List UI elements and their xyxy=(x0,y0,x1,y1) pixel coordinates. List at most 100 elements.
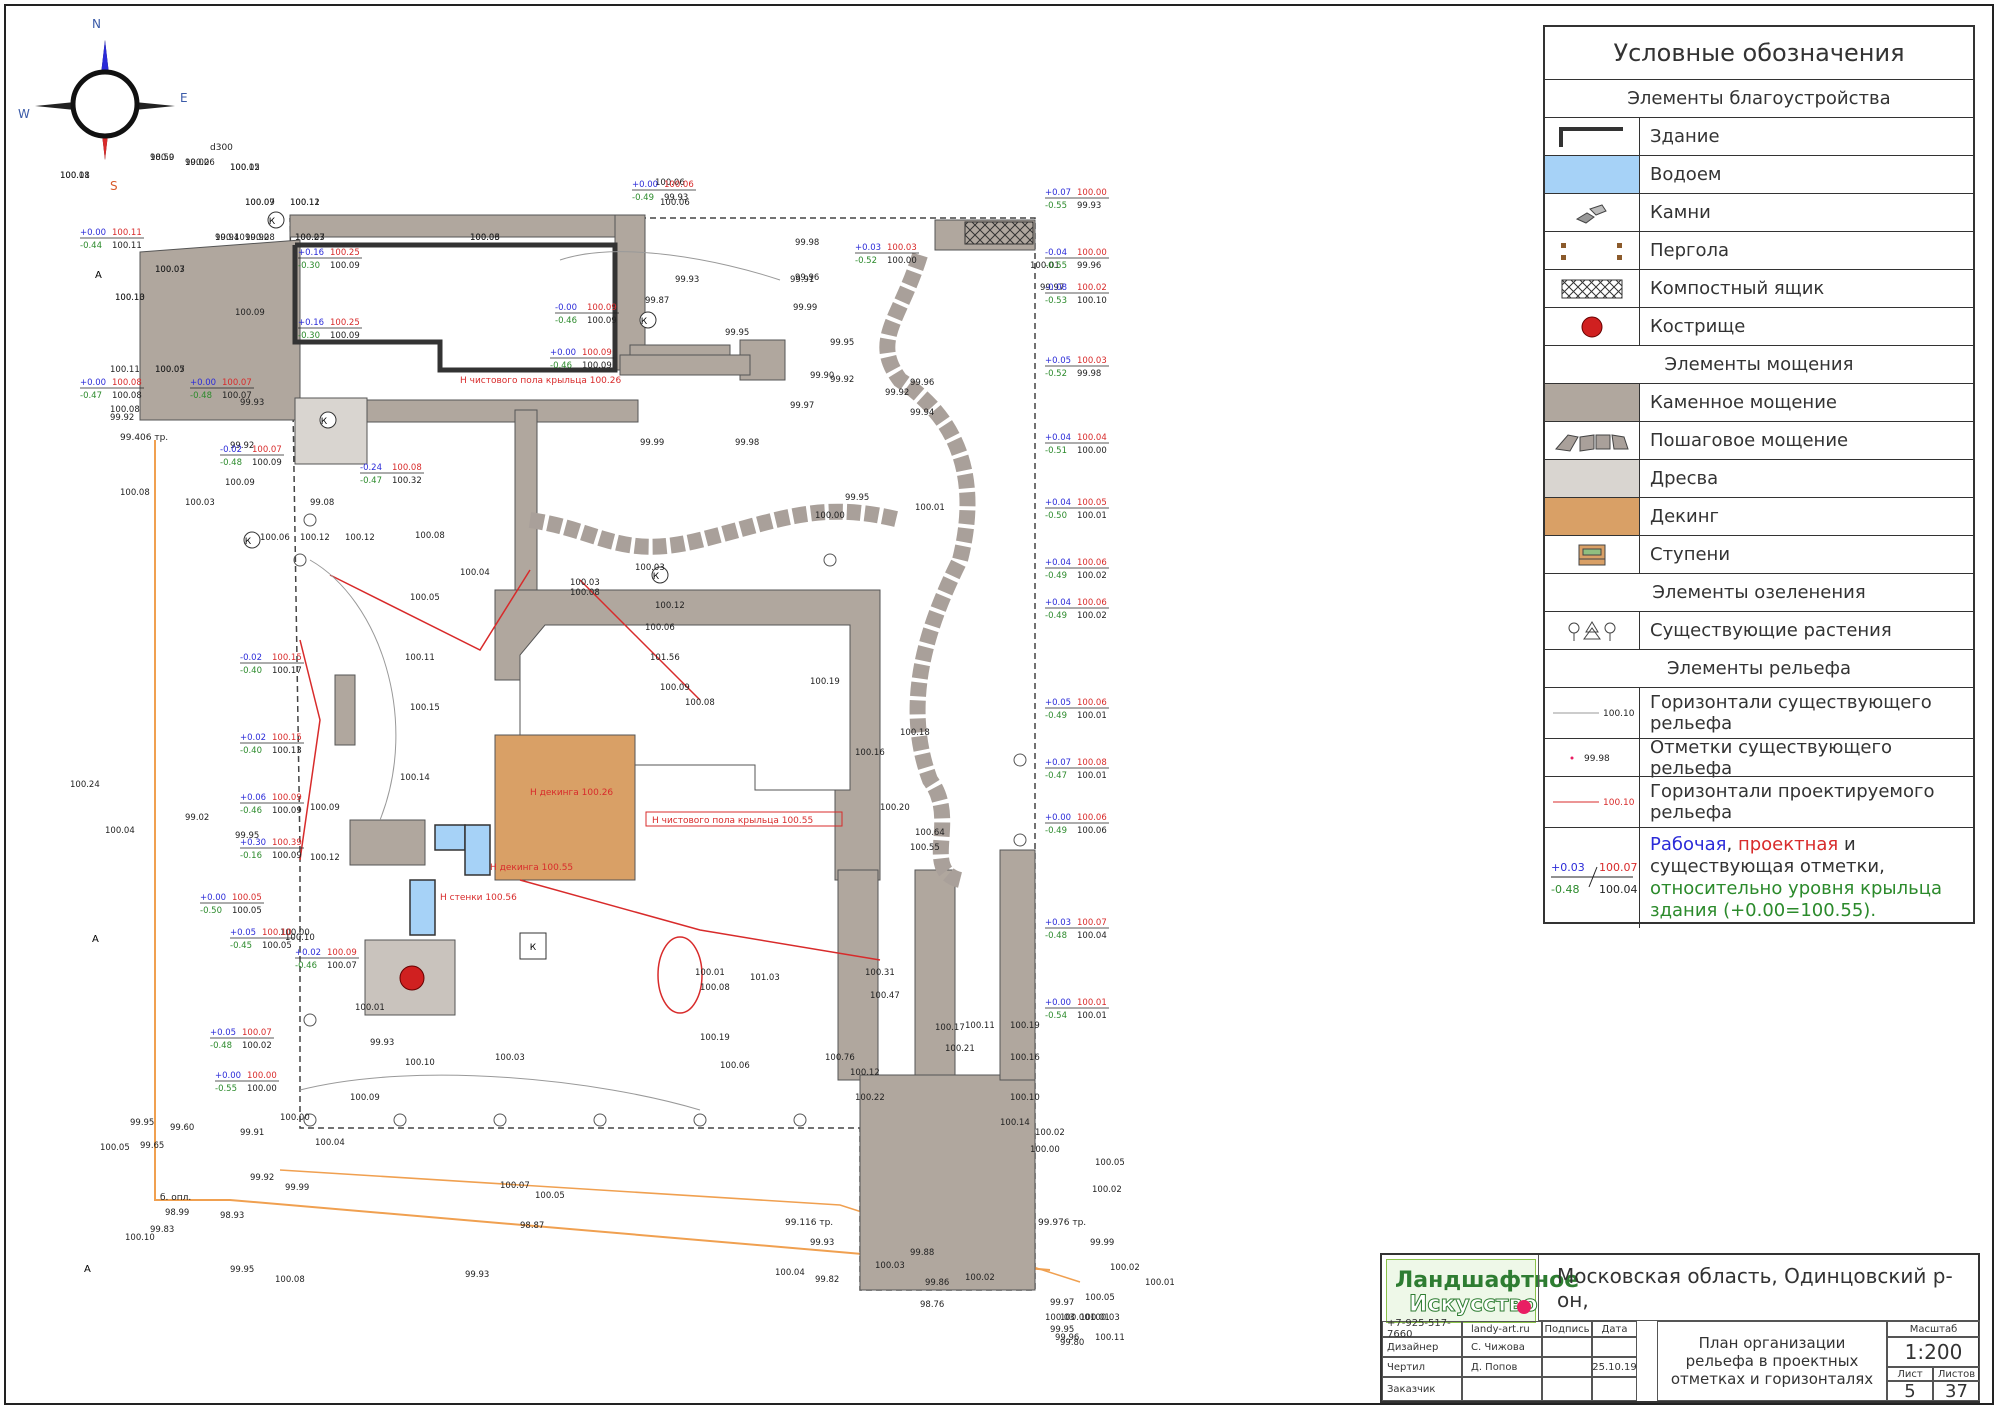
legend-row-pergola: Пергола xyxy=(1545,232,1973,270)
working-mark-r: -0.54 xyxy=(1045,1011,1067,1021)
working-mark: +0.06 100.09 -0.46 100.09 xyxy=(240,793,304,816)
working-mark-d: 100.02 xyxy=(1077,283,1107,293)
title-block: Ландшафтное Искусство Московская область… xyxy=(1380,1253,1980,1403)
legend-section-improvement: Элементы благоустройства xyxy=(1545,80,1973,118)
working-mark-r: -0.46 xyxy=(240,806,262,816)
legend-label-building: Здание xyxy=(1650,126,1720,147)
working-mark-w: -0.04 xyxy=(1045,248,1067,258)
working-mark-e: 100.01 xyxy=(1077,1011,1107,1021)
existing-mark: 100.10 xyxy=(1010,1093,1040,1103)
existing-mark: 99.92 xyxy=(830,375,854,385)
existing-mark: 100.21 xyxy=(945,1044,975,1054)
working-mark-w: +0.02 xyxy=(295,948,321,958)
existing-mark: 99.86 xyxy=(925,1278,949,1288)
working-mark-w: +0.05 xyxy=(230,928,256,938)
working-mark-w: +0.00 xyxy=(80,228,106,238)
working-mark-d: 100.15 xyxy=(272,733,302,743)
working-mark: +0.16 100.25 -0.30 100.09 xyxy=(298,248,362,271)
working-mark-w: +0.30 xyxy=(240,838,266,848)
working-mark-w: +0.04 xyxy=(1045,558,1071,568)
existing-mark: 99.60 xyxy=(170,1123,194,1133)
company-site: landy-art.ru xyxy=(1462,1321,1542,1337)
working-mark-d: 100.03 xyxy=(1077,356,1107,366)
working-mark-e: 100.00 xyxy=(1077,446,1107,456)
existing-mark-symbol: 99.98 xyxy=(1545,739,1640,776)
working-mark-d: 100.39 xyxy=(272,838,302,848)
legend-row-pond: Водоем xyxy=(1545,156,1973,194)
existing-mark: 100.11 xyxy=(1095,1333,1125,1343)
existing-mark: 99.98 xyxy=(795,238,819,248)
working-mark-r: -0.48 xyxy=(210,1041,232,1051)
existing-mark: 100.10 xyxy=(125,1233,155,1243)
existing-mark: 100.08 xyxy=(700,983,730,993)
working-mark-d: 100.03 xyxy=(887,243,917,253)
step-paving-icon xyxy=(1545,422,1640,459)
existing-mark: 99.97 xyxy=(790,401,814,411)
working-mark: +0.07 100.08 -0.47 100.01 xyxy=(1045,758,1109,781)
site-plan: N E W S А А А К К К К К К Н чистового по… xyxy=(18,17,1175,1348)
existing-mark: 100.64 xyxy=(915,828,945,838)
client-sign xyxy=(1542,1377,1592,1401)
legend-row-stones: Камни xyxy=(1545,194,1973,232)
existing-mark: 100.03 xyxy=(495,1053,525,1063)
existing-mark: 100.15 xyxy=(410,703,440,713)
pipe-tube-3: 99.976 тр. xyxy=(1038,1218,1086,1228)
existing-mark: 100.11 xyxy=(965,1021,995,1031)
designer-label: Дизайнер xyxy=(1382,1337,1462,1357)
working-mark-w: -0.02 xyxy=(240,653,262,663)
legend-row-steps: Ступени xyxy=(1545,536,1973,574)
working-mark-w: +0.04 xyxy=(1045,598,1071,608)
existing-mark: 100.03 xyxy=(570,578,600,588)
working-mark-d: 100.00 xyxy=(247,1071,277,1081)
legend-row-gravel: Дресва xyxy=(1545,460,1973,498)
legend-row-decking: Декинг xyxy=(1545,498,1973,536)
legend-panel: Условные обозначения Элементы благоустро… xyxy=(1543,25,1975,928)
existing-mark: 99.97 xyxy=(1050,1298,1074,1308)
working-mark-d: 100.04 xyxy=(1077,433,1107,443)
legend-label-pond: Водоем xyxy=(1650,164,1722,185)
compass-w: W xyxy=(18,107,30,121)
note-relative: относительно уровня крыльца здания (+0.0… xyxy=(1650,878,1942,921)
working-mark-d: 100.08 xyxy=(112,378,142,388)
client-name xyxy=(1462,1377,1542,1401)
existing-mark: 100.18 xyxy=(900,728,930,738)
existing-mark: 100.05 xyxy=(100,1143,130,1153)
callout-decking-1: Н декинга 100.26 xyxy=(530,788,613,798)
existing-mark: 100.31 xyxy=(865,968,895,978)
stone-paving-symbol xyxy=(1545,384,1640,421)
working-mark: +0.03 100.03 -0.52 100.00 xyxy=(855,243,919,266)
working-mark-d: 100.07 xyxy=(1077,918,1107,928)
working-mark-d: 100.05 xyxy=(1077,498,1107,508)
working-mark: -0.24 100.08 -0.47 100.32 xyxy=(360,463,424,486)
working-mark-w: +0.16 xyxy=(298,248,324,258)
existing-mark: 100.08 xyxy=(685,698,715,708)
working-mark-e: 99.96 xyxy=(1077,261,1101,271)
working-mark: +0.00 100.11 -0.44 100.11 xyxy=(80,228,144,251)
existing-mark: 100.05 xyxy=(410,593,440,603)
existing-mark: 100.05 xyxy=(1095,1158,1125,1168)
working-mark: -0.04 100.00 -0.55 99.96 xyxy=(1045,248,1109,271)
working-mark-d: 100.08 xyxy=(392,463,422,473)
working-mark-d: 100.06 xyxy=(1077,813,1107,823)
marker-k-1: К xyxy=(269,217,276,227)
legend-section-relief: Элементы рельефа xyxy=(1545,650,1973,688)
sheets-total: 37 xyxy=(1933,1381,1980,1402)
designer-date xyxy=(1592,1337,1637,1357)
note-working: Рабочая xyxy=(1650,834,1727,855)
working-mark-e: 100.09 xyxy=(587,316,617,326)
existing-mark: 100.19 xyxy=(700,1033,730,1043)
existing-mark: 100.03 xyxy=(1090,1313,1120,1323)
legend-label-design-contours: Горизонтали проектируемого рельефа xyxy=(1650,781,1935,823)
working-mark-d: 100.01 xyxy=(1077,998,1107,1008)
existing-mark: 99.96 xyxy=(910,378,934,388)
existing-mark: 99.95 xyxy=(845,493,869,503)
existing-mark: 100.09 xyxy=(235,308,265,318)
date-label: Дата xyxy=(1592,1321,1637,1337)
working-mark-e: 100.09 xyxy=(330,261,360,271)
existing-mark: 99.93 xyxy=(465,1270,489,1280)
working-mark-e: 100.00 xyxy=(887,256,917,266)
designer-sign xyxy=(1542,1337,1592,1357)
existing-mark: 100.04 xyxy=(460,568,490,578)
working-mark-w: +0.03 xyxy=(855,243,881,253)
legend-section-greenery: Элементы озеленения xyxy=(1545,574,1973,612)
